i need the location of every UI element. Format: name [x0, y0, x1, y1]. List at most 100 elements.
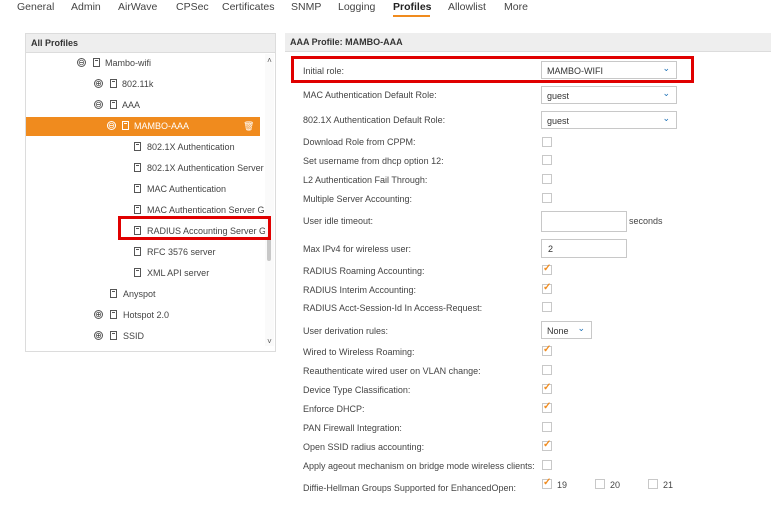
apply-ageout-label: Apply ageout mechanism on bridge mode wi… [303, 461, 535, 471]
reauth-wired-user-label: Reauthenticate wired user on VLAN change… [303, 366, 481, 376]
tree-item-label: MAC Authentication Server Gr [147, 205, 268, 215]
wired-to-wireless-roaming-checkbox[interactable] [542, 344, 552, 356]
dh-group-21-checkbox[interactable] [648, 479, 658, 489]
user-derivation-rules-label: User derivation rules: [303, 326, 389, 336]
tab-cpsec[interactable]: CPSec [176, 1, 209, 13]
l2-auth-fail-through-label: L2 Authentication Fail Through: [303, 175, 428, 185]
tab-airwave[interactable]: AirWave [118, 1, 157, 13]
scroll-down-icon[interactable]: ˅ [265, 337, 274, 346]
wired-to-wireless-roaming-label: Wired to Wireless Roaming: [303, 347, 415, 357]
profile-doc-icon [93, 58, 100, 67]
radius-roaming-accounting-label: RADIUS Roaming Accounting: [303, 266, 425, 276]
profile-doc-icon [134, 247, 141, 256]
dh-group-19-checkbox[interactable] [542, 477, 552, 489]
dh-group-20-checkbox[interactable] [595, 479, 605, 489]
tree-item-mambo-wifi[interactable]: ⊖ Mambo-wifi [26, 54, 264, 73]
apply-ageout-checkbox[interactable] [542, 460, 552, 470]
pan-firewall-integration-checkbox[interactable] [542, 422, 552, 432]
tree-item-mac-auth[interactable]: MAC Authentication [26, 180, 264, 199]
profile-doc-icon [134, 268, 141, 277]
tab-snmp[interactable]: SNMP [291, 1, 321, 13]
user-derivation-rules-select[interactable]: None ⌄ [541, 321, 592, 339]
tab-profiles[interactable]: Profiles [393, 1, 432, 13]
tree-item-label: MAC Authentication [147, 184, 227, 194]
tab-general[interactable]: General [17, 1, 54, 13]
profile-doc-icon [110, 79, 117, 88]
tree-item-anyspot[interactable]: Anyspot [26, 285, 264, 304]
tree-item-mambo-aaa[interactable]: ⊖ MAMBO-AAA 🗑 [26, 117, 260, 136]
tree-item-8021x-auth-server[interactable]: 802.1X Authentication Server [26, 159, 264, 178]
scroll-up-icon[interactable]: ˄ [265, 56, 274, 65]
tree-item-802-11k[interactable]: ⊕ 802.11k [26, 75, 264, 94]
collapse-icon[interactable]: ⊖ [77, 58, 86, 67]
aaa-profile-title: AAA Profile: MAMBO-AAA [290, 37, 403, 47]
pan-firewall-integration-label: PAN Firewall Integration: [303, 423, 402, 433]
user-idle-timeout-input[interactable] [541, 211, 627, 232]
tab-certificates[interactable]: Certificates [222, 1, 275, 13]
profile-doc-icon [134, 142, 141, 151]
chevron-down-icon: ⌄ [577, 323, 585, 333]
max-ipv4-value: 2 [548, 244, 554, 254]
enforce-dhcp-label: Enforce DHCP: [303, 404, 365, 414]
enforce-dhcp-checkbox[interactable] [542, 401, 552, 413]
download-role-cppm-checkbox[interactable] [542, 137, 552, 147]
collapse-icon[interactable]: ⊖ [94, 100, 103, 109]
profile-doc-icon [134, 163, 141, 172]
dh-group-20-label: 20 [610, 480, 621, 490]
profile-doc-icon [122, 121, 129, 130]
dot1x-auth-default-role-select[interactable]: guest ⌄ [541, 111, 677, 129]
highlight-box-radius-accounting [118, 216, 271, 240]
mac-auth-default-role-label: MAC Authentication Default Role: [303, 90, 437, 100]
tree-item-ssid[interactable]: ⊕ SSID [26, 327, 264, 346]
chevron-down-icon: ⌄ [662, 88, 670, 98]
expand-icon[interactable]: ⊕ [94, 310, 103, 319]
chevron-down-icon: ⌄ [662, 113, 670, 123]
radius-interim-accounting-label: RADIUS Interim Accounting: [303, 285, 417, 295]
open-ssid-radius-accounting-label: Open SSID radius accounting: [303, 442, 425, 452]
collapse-icon[interactable]: ⊖ [107, 121, 116, 130]
expand-icon[interactable]: ⊕ [94, 79, 103, 88]
profile-doc-icon [134, 205, 141, 214]
tree-item-label: XML API server [147, 268, 210, 278]
tree-item-xml-api-server[interactable]: XML API server [26, 264, 264, 283]
tree-item-label: RFC 3576 server [147, 247, 216, 257]
mac-auth-default-role-value: guest [547, 91, 570, 101]
trash-icon[interactable]: 🗑 [243, 121, 254, 132]
multiple-server-accounting-label: Multiple Server Accounting: [303, 194, 413, 204]
tree-item-rfc-3576-server[interactable]: RFC 3576 server [26, 243, 264, 262]
tab-allowlist[interactable]: Allowlist [448, 1, 486, 13]
device-type-classification-label: Device Type Classification: [303, 385, 411, 395]
dh-groups-label: Diffie-Hellman Groups Supported for Enha… [303, 483, 516, 493]
tree-item-label: SSID [123, 331, 145, 341]
profile-doc-icon [110, 100, 117, 109]
user-derivation-rules-value: None [547, 326, 569, 336]
tree-item-hotspot-2[interactable]: ⊕ Hotspot 2.0 [26, 306, 264, 325]
reauth-wired-user-checkbox[interactable] [542, 365, 552, 375]
tree-item-label: 802.1X Authentication [147, 142, 235, 152]
device-type-classification-checkbox[interactable] [542, 382, 552, 394]
tree-item-8021x-auth[interactable]: 802.1X Authentication [26, 138, 264, 157]
profile-doc-icon [110, 289, 117, 298]
dh-group-19-label: 19 [557, 480, 568, 490]
expand-icon[interactable]: ⊕ [94, 331, 103, 340]
tree-scrollbar[interactable]: ˄ ˅ [265, 54, 274, 346]
set-username-dhcp-checkbox[interactable] [542, 155, 552, 165]
radius-acct-session-id-label: RADIUS Acct-Session-Id In Access-Request… [303, 303, 483, 313]
tab-admin[interactable]: Admin [71, 1, 101, 13]
radius-interim-accounting-checkbox[interactable] [542, 282, 552, 294]
all-profiles-title: All Profiles [31, 38, 79, 48]
max-ipv4-input[interactable]: 2 [541, 239, 627, 258]
aaa-profile-header: AAA Profile: MAMBO-AAA [285, 33, 771, 52]
dot1x-auth-default-role-label: 802.1X Authentication Default Role: [303, 115, 446, 125]
l2-auth-fail-through-checkbox[interactable] [542, 174, 552, 184]
open-ssid-radius-accounting-checkbox[interactable] [542, 439, 552, 451]
radius-roaming-accounting-checkbox[interactable] [542, 263, 552, 275]
tab-logging[interactable]: Logging [338, 1, 375, 13]
multiple-server-accounting-checkbox[interactable] [542, 193, 552, 203]
radius-acct-session-id-checkbox[interactable] [542, 302, 552, 312]
tree-item-aaa[interactable]: ⊖ AAA [26, 96, 264, 115]
active-tab-indicator [393, 15, 430, 17]
mac-auth-default-role-select[interactable]: guest ⌄ [541, 86, 677, 104]
tab-more[interactable]: More [504, 1, 528, 13]
all-profiles-header: All Profiles [26, 34, 275, 53]
